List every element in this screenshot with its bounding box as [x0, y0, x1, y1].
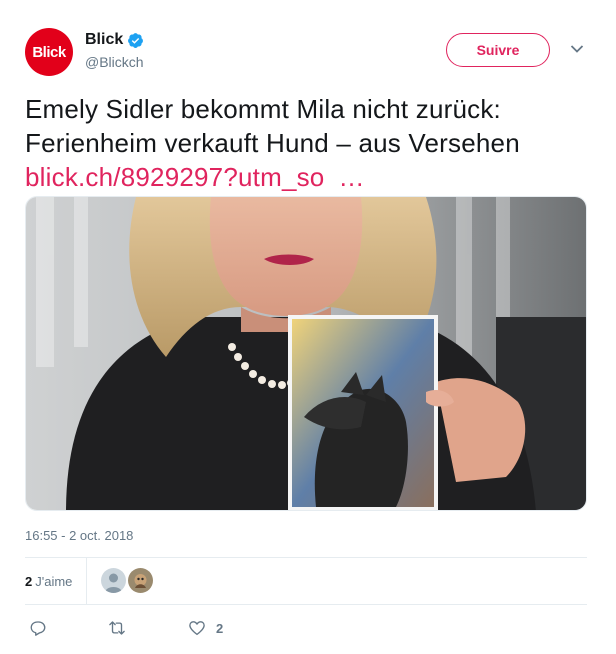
like-count: 2 — [216, 620, 224, 636]
account-handle[interactable]: @Blickch — [85, 54, 144, 70]
tweet-link-line[interactable]: blick.ch/8929297?utm_so … — [25, 160, 591, 194]
avatar[interactable]: Blick — [25, 28, 73, 76]
retweet-icon — [109, 621, 125, 635]
display-name[interactable]: Blick — [85, 31, 123, 49]
account-name-row[interactable]: Blick — [85, 31, 144, 49]
likes-stat[interactable]: 2 J'aime — [25, 569, 72, 593]
divider — [25, 557, 587, 558]
follow-button[interactable]: Suivre — [446, 33, 550, 67]
liker-avatar[interactable] — [101, 568, 126, 593]
retweet-button[interactable] — [108, 616, 126, 640]
photo-illustration — [26, 197, 586, 510]
likes-label: J'aime — [35, 573, 73, 589]
tweet-text-line-1: Emely Sidler bekommt Mila nicht zurück: — [25, 94, 501, 124]
reply-icon — [30, 621, 46, 636]
tweet-link[interactable]: blick.ch/8929297?utm_so — [25, 162, 324, 192]
heart-icon — [189, 621, 205, 636]
reply-button[interactable] — [29, 616, 47, 640]
tweet-timestamp[interactable]: 16:55 - 2 oct. 2018 — [25, 528, 133, 543]
link-ellipsis: … — [338, 162, 365, 192]
likes-count: 2 — [25, 573, 33, 589]
avatar-logo-text: Blick — [32, 43, 66, 61]
tweet-text: Emely Sidler bekommt Mila nicht zurück: … — [25, 92, 591, 194]
chevron-down-icon[interactable] — [570, 44, 584, 54]
divider — [25, 604, 587, 605]
verified-badge-icon — [128, 32, 144, 48]
like-button[interactable]: 2 — [188, 616, 223, 640]
tweet-text-line-2: Ferienheim verkauft Hund – aus Versehen — [25, 128, 520, 158]
tweet-photo[interactable] — [25, 196, 587, 511]
liker-avatar[interactable] — [128, 568, 153, 593]
stat-separator — [86, 557, 87, 604]
